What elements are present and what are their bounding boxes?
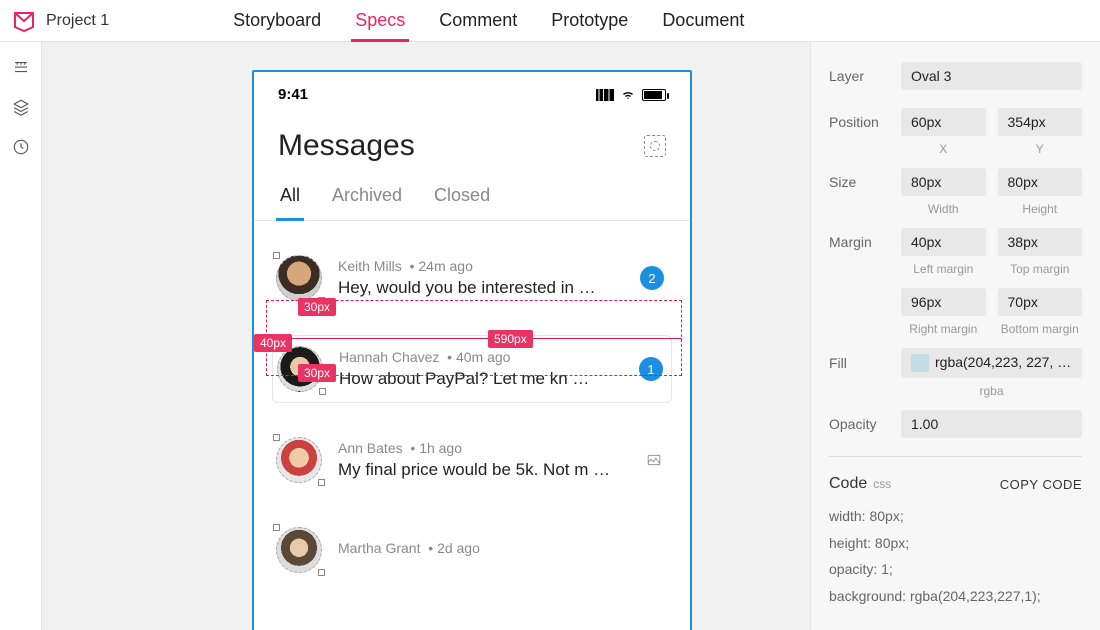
sublabel-tm: Top margin	[998, 262, 1083, 276]
message-preview: Hey, would you be interested in …	[338, 278, 624, 298]
message-time: 24m ago	[418, 258, 472, 274]
battery-icon	[642, 89, 666, 101]
unread-badge: 1	[639, 357, 663, 381]
layer-name-field[interactable]: Oval 3	[901, 62, 1082, 90]
artboard[interactable]: 9:41 Messages All Archived Closed	[252, 70, 692, 630]
signal-icon	[596, 89, 614, 101]
tab-specs[interactable]: Specs	[351, 0, 409, 41]
avatar[interactable]	[276, 255, 322, 301]
message-preview: How about PayPal? Let me kn …	[339, 369, 623, 389]
status-bar: 9:41	[254, 72, 690, 103]
label-margin: Margin	[829, 234, 901, 250]
filter-archived[interactable]: Archived	[330, 179, 404, 220]
code-line: opacity: 1;	[829, 556, 1082, 583]
sublabel-height: Height	[998, 202, 1083, 216]
tab-storyboard[interactable]: Storyboard	[229, 0, 325, 41]
spec-tag-top: 30px	[298, 298, 336, 316]
pos-y-field[interactable]: 354px	[998, 108, 1083, 136]
code-block[interactable]: width: 80px; height: 80px; opacity: 1; b…	[829, 503, 1082, 609]
sublabel-fill: rgba	[901, 384, 1082, 398]
margin-right-field[interactable]: 96px	[901, 288, 986, 316]
spec-measure-line	[266, 338, 682, 339]
message-preview: My final price would be 5k. Not m …	[338, 460, 628, 480]
page-title: Messages	[278, 129, 415, 163]
properties-panel: LayerOval 3 Position60px354px XY Size80p…	[810, 42, 1100, 630]
code-type: css	[873, 477, 891, 491]
sublabel-lm: Left margin	[901, 262, 986, 276]
sublabel-bm: Bottom margin	[998, 322, 1083, 336]
message-item[interactable]: Ann Bates • 1h ago My final price would …	[272, 427, 672, 493]
label-fill: Fill	[829, 355, 901, 371]
message-time: 40m ago	[456, 349, 510, 365]
app-logo-icon	[12, 9, 36, 33]
sender-name: Martha Grant	[338, 540, 420, 556]
tab-prototype[interactable]: Prototype	[547, 0, 632, 41]
message-item[interactable]: Martha Grant • 2d ago	[272, 517, 672, 583]
opacity-field[interactable]: 1.00	[901, 410, 1082, 438]
fill-swatch	[911, 354, 929, 372]
spec-tag-width: 590px	[488, 330, 533, 348]
width-field[interactable]: 80px	[901, 168, 986, 196]
sublabel-x: X	[901, 142, 986, 156]
pos-x-field[interactable]: 60px	[901, 108, 986, 136]
selection-tool-icon[interactable]	[644, 135, 666, 157]
canvas[interactable]: 9:41 Messages All Archived Closed	[42, 42, 810, 630]
message-list: Keith Mills • 24m ago Hey, would you be …	[254, 221, 690, 583]
margin-left-field[interactable]: 40px	[901, 228, 986, 256]
margin-top-field[interactable]: 38px	[998, 228, 1083, 256]
sublabel-width: Width	[901, 202, 986, 216]
code-line: background: rgba(204,223,227,1);	[829, 583, 1082, 610]
height-field[interactable]: 80px	[998, 168, 1083, 196]
spec-tag-left: 40px	[254, 334, 292, 352]
label-size: Size	[829, 174, 901, 190]
image-attachment-icon	[644, 453, 664, 467]
code-line: height: 80px;	[829, 530, 1082, 557]
wifi-icon	[620, 89, 636, 101]
ruler-icon[interactable]	[12, 58, 30, 76]
label-opacity: Opacity	[829, 416, 901, 432]
unread-badge: 2	[640, 266, 664, 290]
code-label: Code	[829, 475, 867, 492]
sender-name: Ann Bates	[338, 440, 403, 456]
fill-field[interactable]: rgba(204,223, 227, …	[901, 348, 1082, 378]
message-time: 2d ago	[437, 540, 480, 556]
spec-tag-bottom: 30px	[298, 364, 336, 382]
project-name[interactable]: Project 1	[46, 12, 109, 30]
sublabel-y: Y	[998, 142, 1083, 156]
avatar[interactable]	[276, 527, 322, 573]
label-layer: Layer	[829, 68, 901, 84]
filter-tabs: All Archived Closed	[254, 179, 690, 221]
label-position: Position	[829, 114, 901, 130]
margin-bottom-field[interactable]: 70px	[998, 288, 1083, 316]
message-time: 1h ago	[419, 440, 462, 456]
sublabel-rm: Right margin	[901, 322, 986, 336]
left-rail	[0, 42, 42, 630]
tab-document[interactable]: Document	[658, 0, 748, 41]
nav-tabs: Storyboard Specs Comment Prototype Docum…	[229, 0, 748, 41]
sender-name: Keith Mills	[338, 258, 402, 274]
status-time: 9:41	[278, 86, 308, 103]
history-icon[interactable]	[12, 138, 30, 156]
top-bar: Project 1 Storyboard Specs Comment Proto…	[0, 0, 1100, 42]
layers-icon[interactable]	[12, 98, 30, 116]
filter-closed[interactable]: Closed	[432, 179, 492, 220]
sender-name: Hannah Chavez	[339, 349, 439, 365]
tab-comment[interactable]: Comment	[435, 0, 521, 41]
code-line: width: 80px;	[829, 503, 1082, 530]
avatar[interactable]	[276, 437, 322, 483]
filter-all[interactable]: All	[278, 179, 302, 220]
copy-code-button[interactable]: COPY CODE	[1000, 477, 1082, 492]
